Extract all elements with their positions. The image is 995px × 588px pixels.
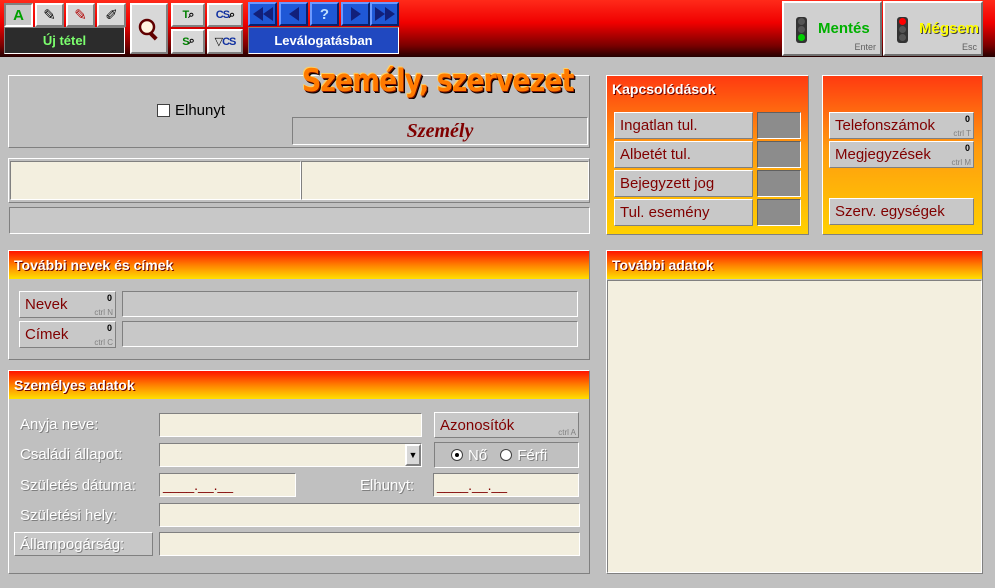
help-icon[interactable]: ? — [310, 2, 339, 26]
pencil-red-icon[interactable]: ✎ — [66, 3, 95, 27]
related-item-button[interactable]: Ingatlan tul. — [614, 112, 753, 139]
entity-type-label: Személy — [406, 120, 474, 142]
names-section-title: További nevek és címek — [9, 251, 589, 279]
related-item-indicator — [757, 112, 801, 139]
extra-data-textarea[interactable] — [607, 280, 982, 573]
related-item-button[interactable]: Tul. esemény — [614, 199, 753, 226]
names-field — [122, 291, 578, 317]
first-record-icon[interactable] — [248, 2, 277, 26]
related-item-indicator — [757, 141, 801, 168]
eraser-icon[interactable]: ✐ — [97, 3, 126, 27]
addresses-field — [122, 321, 578, 347]
cancel-button[interactable]: Mégsem Esc — [883, 1, 983, 56]
deceased-checkbox[interactable]: Elhunyt — [157, 102, 225, 119]
identifiers-button[interactable]: Azonosítók ctrl A — [434, 412, 579, 438]
traffic-light-red-icon — [897, 17, 908, 43]
birth-place-label: Születési hely: — [20, 507, 117, 524]
filter-cs-icon[interactable]: ▽ CS — [207, 29, 243, 54]
birth-place-input[interactable] — [159, 503, 580, 527]
names-button[interactable]: Nevek 0 ctrl N — [19, 291, 116, 318]
pencil-edit-icon[interactable]: ✎ — [35, 3, 64, 27]
traffic-light-green-icon — [796, 17, 807, 43]
related-item-indicator — [757, 199, 801, 226]
related-item-indicator — [757, 170, 801, 197]
text-a-icon[interactable]: A — [4, 3, 33, 27]
related-item-button[interactable]: Bejegyzett jog — [614, 170, 753, 197]
citizenship-input[interactable] — [159, 532, 580, 556]
related-title: Kapcsolódások — [612, 81, 716, 97]
new-item-button[interactable]: Új tétel — [4, 27, 125, 54]
name-field-left[interactable] — [10, 161, 301, 200]
status-field — [9, 207, 590, 234]
addresses-button[interactable]: Címek 0 ctrl C — [19, 321, 116, 348]
last-record-icon[interactable] — [370, 2, 399, 26]
page-logo-title: Személy, szervezet — [302, 63, 574, 99]
personal-section-title: Személyes adatok — [9, 371, 589, 399]
name-field-right[interactable] — [301, 161, 589, 200]
extra-section-title: További adatok — [607, 251, 982, 279]
prev-record-icon[interactable] — [279, 2, 308, 26]
gender-female-radio[interactable] — [451, 449, 463, 461]
next-record-icon[interactable] — [341, 2, 370, 26]
gender-male-radio[interactable] — [500, 449, 513, 461]
org-units-button[interactable]: Szerv. egységek — [829, 198, 974, 225]
death-date-input[interactable]: ____.__.__ — [433, 473, 579, 497]
save-button[interactable]: Mentés Enter — [782, 1, 882, 56]
filter-status-label: Leválogatásban — [248, 27, 399, 54]
marital-status-select[interactable] — [159, 443, 422, 467]
find-cs-icon[interactable]: CS ⌕ — [207, 3, 243, 27]
related-item-button[interactable]: Albetét tul. — [614, 141, 753, 168]
find-text-icon[interactable]: T ⌕ — [171, 3, 205, 27]
chevron-down-icon[interactable]: ▼ — [405, 444, 421, 466]
find-s-icon[interactable]: S ⌕ — [171, 29, 205, 54]
checkbox-box[interactable] — [157, 104, 170, 117]
marital-status-label: Családi állapot: — [20, 446, 123, 463]
magnifier-icon[interactable] — [130, 3, 168, 54]
mother-name-label: Anyja neve: — [20, 416, 99, 433]
mother-name-input[interactable] — [159, 413, 422, 437]
birth-date-input[interactable]: ____.__.__ — [159, 473, 296, 497]
gender-radio-group: Nő Férfi — [434, 442, 579, 468]
phones-button[interactable]: Telefonszámok 0 ctrl T — [829, 112, 974, 139]
death-date-label: Elhunyt: — [360, 477, 415, 494]
citizenship-button[interactable]: Állampogárság: — [14, 532, 153, 556]
entity-type-box: Személy — [292, 117, 588, 145]
notes-button[interactable]: Megjegyzések 0 ctrl M — [829, 141, 974, 168]
birth-date-label: Születés dátuma: — [20, 477, 136, 494]
